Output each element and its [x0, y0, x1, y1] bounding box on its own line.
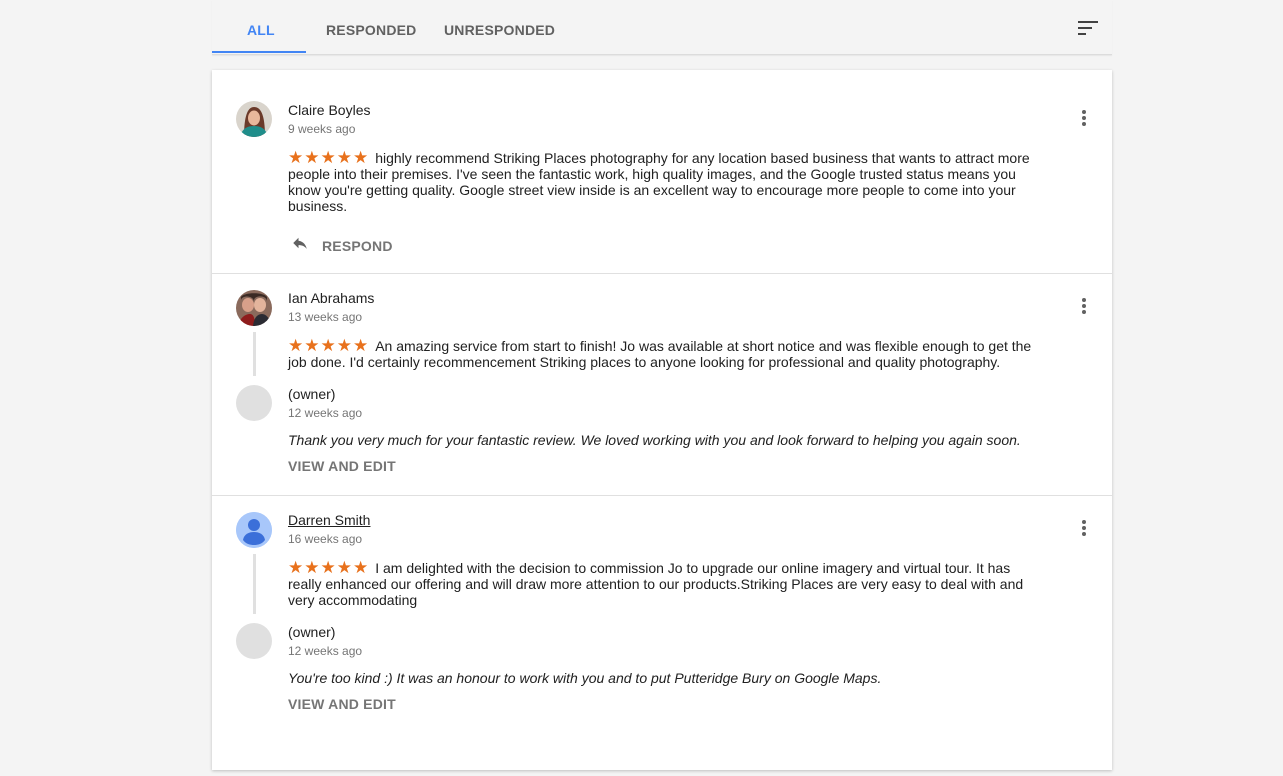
more-vert-icon[interactable]	[1076, 108, 1092, 128]
star-rating: ★★★★★	[288, 336, 370, 355]
reply-icon	[293, 237, 307, 249]
reviews-panel: ALL RESPONDED UNRESPONDED Claire Boyles …	[212, 0, 1112, 770]
reply-time: 12 weeks ago	[288, 406, 363, 420]
reviewer-avatar[interactable]	[236, 290, 272, 326]
review-text: ★★★★★ highly recommend Striking Places ph…	[288, 148, 1033, 214]
thread-line	[253, 554, 256, 614]
reviewer-name[interactable]: Darren Smith	[288, 512, 370, 528]
reviewer-avatar[interactable]	[236, 101, 272, 137]
reviewer-avatar[interactable]	[236, 512, 272, 548]
owner-name: (owner)	[288, 386, 336, 402]
review-item: Claire Boyles 9 weeks ago ★★★★★ highly re…	[212, 70, 1112, 274]
tab-unresponded[interactable]: UNRESPONDED	[444, 22, 555, 38]
owner-name: (owner)	[288, 624, 336, 640]
view-and-edit-button[interactable]: VIEW AND EDIT	[288, 458, 396, 474]
review-time: 9 weeks ago	[288, 122, 356, 136]
owner-reply-text: You're too kind :) It was an honour to w…	[288, 670, 882, 686]
star-rating: ★★★★★	[288, 148, 370, 167]
review-body: An amazing service from start to finish!…	[288, 338, 1032, 370]
reply-time: 12 weeks ago	[288, 644, 363, 658]
review-body: highly recommend Striking Places photogr…	[288, 150, 1030, 214]
respond-label: RESPOND	[322, 238, 393, 254]
active-tab-indicator	[212, 51, 306, 53]
owner-avatar	[236, 623, 272, 659]
sort-icon[interactable]	[1078, 20, 1098, 36]
review-body: I am delighted with the decision to comm…	[288, 560, 1024, 608]
reviews-card: Claire Boyles 9 weeks ago ★★★★★ highly re…	[212, 70, 1112, 770]
reviewer-name[interactable]: Ian Abrahams	[288, 290, 374, 306]
star-rating: ★★★★★	[288, 558, 370, 577]
view-and-edit-button[interactable]: VIEW AND EDIT	[288, 696, 396, 712]
thread-line	[253, 332, 256, 376]
more-vert-icon[interactable]	[1076, 296, 1092, 316]
owner-avatar	[236, 385, 272, 421]
filter-tabs: ALL RESPONDED UNRESPONDED	[212, 0, 1112, 55]
tab-all[interactable]: ALL	[247, 22, 275, 38]
review-time: 13 weeks ago	[288, 310, 363, 324]
owner-reply-text: Thank you very much for your fantastic r…	[288, 432, 1021, 448]
review-text: ★★★★★ An amazing service from start to fi…	[288, 336, 1033, 370]
review-item: Ian Abrahams 13 weeks ago ★★★★★ An amazin…	[212, 274, 1112, 496]
tab-responded[interactable]: RESPONDED	[326, 22, 416, 38]
more-vert-icon[interactable]	[1076, 518, 1092, 538]
review-time: 16 weeks ago	[288, 532, 363, 546]
review-item: Darren Smith 16 weeks ago ★★★★★ I am deli…	[212, 496, 1112, 776]
reviewer-name[interactable]: Claire Boyles	[288, 102, 370, 118]
review-text: ★★★★★ I am delighted with the decision to…	[288, 558, 1033, 608]
